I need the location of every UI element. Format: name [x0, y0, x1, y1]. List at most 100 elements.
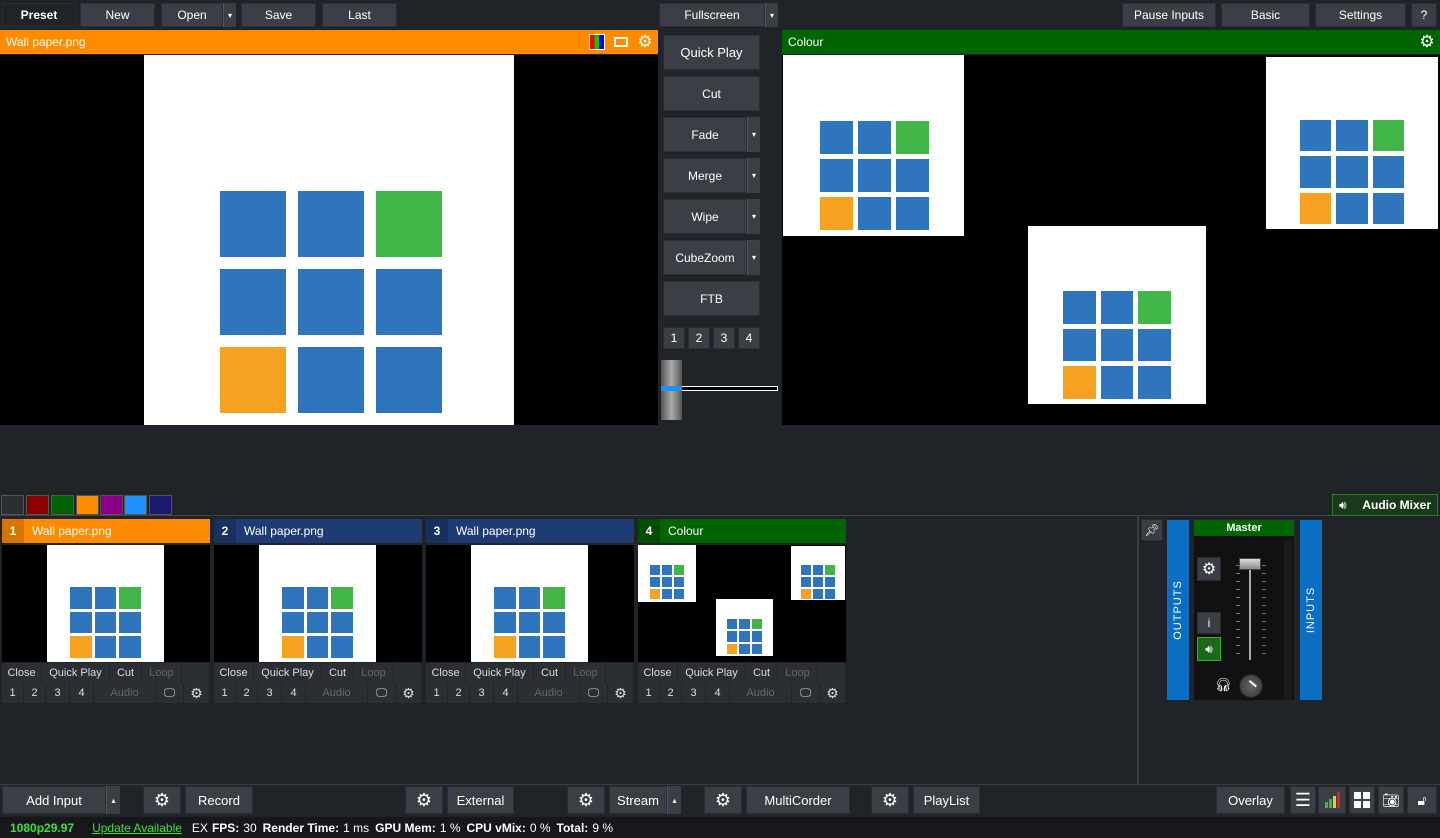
monitor-icon[interactable]: 🖵︎ — [368, 683, 396, 703]
multiview-icon[interactable] — [1349, 786, 1375, 814]
overlay-4-button[interactable]: 4 — [706, 683, 730, 703]
record-button[interactable]: Record — [185, 786, 253, 814]
master-gear-icon[interactable]: ⚙ — [1197, 557, 1221, 581]
preset-button[interactable]: Preset — [2, 3, 76, 27]
volume-knob[interactable] — [1239, 674, 1263, 698]
overlay-2-button[interactable]: 2 — [236, 683, 258, 703]
stream-settings-icon[interactable]: ⚙ — [567, 786, 605, 814]
add-input-dropdown-icon[interactable]: ▴ — [106, 786, 120, 814]
output-gear-icon[interactable]: ⚙ — [1417, 32, 1437, 52]
audio-button[interactable]: Audio — [94, 683, 156, 703]
overlay-2-button[interactable]: 2 — [448, 683, 470, 703]
monitor-icon[interactable]: 🖵︎ — [792, 683, 820, 703]
last-button[interactable]: Last — [322, 3, 397, 27]
outputs-tab[interactable]: OUTPUTS — [1167, 520, 1189, 700]
headphones-icon[interactable]: 🎧︎ — [1214, 676, 1232, 694]
overlay-4-button[interactable]: 4 — [282, 683, 306, 703]
loop-button[interactable]: Loop — [354, 663, 394, 683]
input-gear-icon[interactable]: ⚙ — [820, 683, 846, 703]
cut-button[interactable]: Cut — [110, 663, 142, 683]
cubezoom-dropdown-icon[interactable]: ▾ — [747, 240, 760, 275]
basic-button[interactable]: Basic — [1221, 3, 1310, 27]
gear-icon[interactable]: ⚙ — [635, 32, 655, 52]
quick-play-button[interactable]: Quick Play — [466, 663, 534, 683]
overlay-2-button[interactable]: 2 — [660, 683, 682, 703]
mute-speaker-icon[interactable]: 🔊︎ — [1197, 637, 1221, 661]
wipe-dropdown-icon[interactable]: ▾ — [747, 199, 760, 234]
fade-dropdown-icon[interactable]: ▾ — [747, 117, 760, 152]
overlay-4-button[interactable]: 4 — [70, 683, 94, 703]
overlay-4-button[interactable]: 4 — [494, 683, 518, 703]
color-filter-navy[interactable] — [149, 495, 172, 515]
lock-icon[interactable]: 🔓︎ — [1407, 786, 1437, 814]
playlist-settings-icon[interactable]: ⚙ — [871, 786, 909, 814]
overlay-1-button[interactable]: 1 — [2, 683, 24, 703]
close-button[interactable]: Close — [638, 663, 678, 683]
inputs-tab[interactable]: INPUTS — [1300, 520, 1322, 700]
overlay-button[interactable]: Overlay — [1216, 786, 1285, 814]
stream-dropdown-icon[interactable]: ▴ — [667, 786, 681, 814]
menu-icon[interactable]: ☰ — [1290, 786, 1316, 814]
external-settings-icon[interactable]: ⚙ — [405, 786, 443, 814]
close-button[interactable]: Close — [214, 663, 254, 683]
overlay-2-button[interactable]: 2 — [24, 683, 46, 703]
color-filter-blue[interactable] — [124, 495, 147, 515]
screen-icon[interactable] — [612, 34, 630, 50]
add-input-button[interactable]: Add Input — [2, 786, 106, 814]
color-filter-green[interactable] — [51, 495, 74, 515]
snapshot-icon[interactable]: 📷︎ — [1378, 786, 1404, 814]
audio-meter-icon[interactable] — [1318, 786, 1346, 814]
merge-dropdown-icon[interactable]: ▾ — [747, 158, 760, 193]
settings-button[interactable]: Settings — [1315, 3, 1406, 27]
save-button[interactable]: Save — [241, 3, 316, 27]
transition-2-button[interactable]: 2 — [688, 327, 710, 349]
color-filter-purple[interactable] — [100, 495, 123, 515]
playlist-button[interactable]: PlayList — [913, 786, 980, 814]
close-button[interactable]: Close — [426, 663, 466, 683]
input-gear-icon[interactable]: ⚙ — [608, 683, 634, 703]
overlay-3-button[interactable]: 3 — [682, 683, 706, 703]
new-button[interactable]: New — [80, 3, 155, 27]
overlay-1-button[interactable]: 1 — [426, 683, 448, 703]
audio-mixer-button[interactable]: 🔊︎ Audio Mixer — [1332, 494, 1438, 516]
color-filter-red[interactable] — [26, 495, 49, 515]
color-filter-all[interactable] — [1, 495, 24, 515]
audio-button[interactable]: Audio — [730, 683, 792, 703]
pin-icon[interactable]: 📌︎ — [1141, 519, 1163, 541]
overlay-3-button[interactable]: 3 — [258, 683, 282, 703]
fade-button[interactable]: Fade — [663, 117, 747, 152]
input-gear-icon[interactable]: ⚙ — [184, 683, 210, 703]
cut-button[interactable]: Cut — [663, 76, 760, 111]
monitor-icon[interactable]: 🖵︎ — [580, 683, 608, 703]
quick-play-button[interactable]: Quick Play — [254, 663, 322, 683]
record-settings-icon[interactable]: ⚙ — [143, 786, 181, 814]
fullscreen-dropdown-icon[interactable]: ▾ — [765, 3, 778, 27]
external-button[interactable]: External — [447, 786, 514, 814]
open-button[interactable]: Open — [161, 3, 223, 27]
overlay-3-button[interactable]: 3 — [470, 683, 494, 703]
color-filter-orange[interactable] — [76, 495, 99, 515]
input-gear-icon[interactable]: ⚙ — [396, 683, 422, 703]
multicorder-settings-icon[interactable]: ⚙ — [704, 786, 742, 814]
transition-1-button[interactable]: 1 — [663, 327, 685, 349]
input-card-1[interactable]: 1 Wall paper.png Close Quick Play Cut Lo… — [2, 519, 210, 703]
info-button[interactable]: i — [1197, 612, 1221, 634]
overlay-1-button[interactable]: 1 — [638, 683, 660, 703]
fullscreen-button[interactable]: Fullscreen — [659, 3, 765, 27]
cut-button[interactable]: Cut — [746, 663, 778, 683]
cut-button[interactable]: Cut — [534, 663, 566, 683]
quick-play-button[interactable]: Quick Play — [42, 663, 110, 683]
audio-button[interactable]: Audio — [518, 683, 580, 703]
pause-inputs-button[interactable]: Pause Inputs — [1122, 3, 1216, 27]
monitor-icon[interactable]: 🖵︎ — [156, 683, 184, 703]
input-card-2[interactable]: 2 Wall paper.png Close Quick Play Cut Lo… — [214, 519, 422, 703]
loop-button[interactable]: Loop — [778, 663, 818, 683]
ftb-button[interactable]: FTB — [663, 281, 760, 316]
quick-play-button[interactable]: Quick Play — [663, 35, 760, 70]
transition-3-button[interactable]: 3 — [713, 327, 735, 349]
stream-button[interactable]: Stream — [609, 786, 667, 814]
wipe-button[interactable]: Wipe — [663, 199, 747, 234]
open-dropdown-icon[interactable]: ▾ — [223, 3, 236, 27]
update-link[interactable]: Update Available — [92, 821, 182, 835]
multicorder-button[interactable]: MultiCorder — [746, 786, 850, 814]
